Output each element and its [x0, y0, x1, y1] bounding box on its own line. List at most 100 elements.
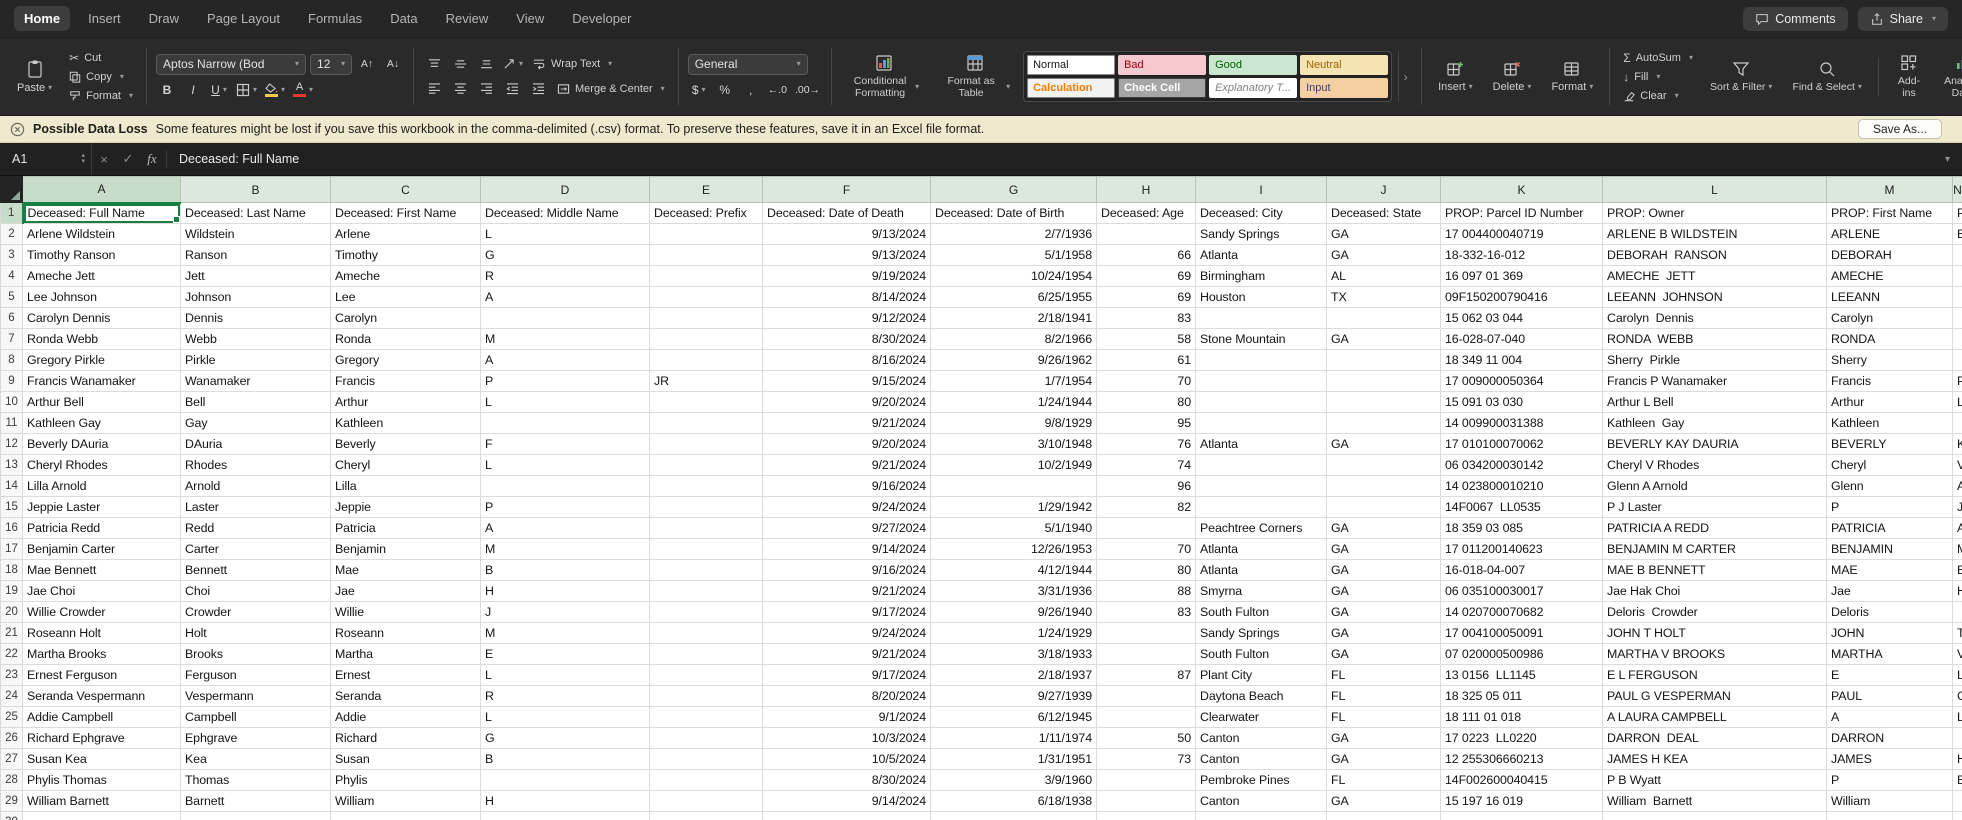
cell-J27[interactable]: GA	[1326, 748, 1441, 770]
cell-E2[interactable]	[649, 223, 763, 245]
cell-B6[interactable]: Dennis	[180, 307, 331, 329]
cell-M16[interactable]: PATRICIA	[1826, 517, 1953, 539]
cell-H16[interactable]	[1096, 517, 1196, 539]
cell-C15[interactable]: Jeppie	[330, 496, 481, 518]
cell-K8[interactable]: 18 349 11 004	[1440, 349, 1603, 371]
cell-L24[interactable]: PAUL G VESPERMAN	[1602, 685, 1827, 707]
cell-A6[interactable]: Carolyn Dennis	[22, 307, 181, 329]
column-header-F[interactable]: F	[762, 176, 931, 203]
cell-L16[interactable]: PATRICIA A REDD	[1602, 517, 1827, 539]
cell-A4[interactable]: Ameche Jett	[22, 265, 181, 287]
accounting-format-button[interactable]: $ ▾	[688, 80, 710, 100]
cell-B12[interactable]: DAuria	[180, 433, 331, 455]
copy-button[interactable]: Copy ▾	[65, 68, 137, 85]
cell-C12[interactable]: Beverly	[330, 433, 481, 455]
cell-D14[interactable]	[480, 475, 650, 497]
row-header-2[interactable]: 2	[0, 223, 23, 245]
borders-button[interactable]: ▾	[234, 80, 259, 100]
cell-F3[interactable]: 9/13/2024	[762, 244, 931, 266]
cell-D10[interactable]: L	[480, 391, 650, 413]
cell-K30[interactable]	[1440, 811, 1603, 820]
cell-C19[interactable]: Jae	[330, 580, 481, 602]
cell-B15[interactable]: Laster	[180, 496, 331, 518]
cell-G14[interactable]	[930, 475, 1097, 497]
row-header-9[interactable]: 9	[0, 370, 23, 392]
cell-L29[interactable]: William Barnett	[1602, 790, 1827, 812]
cell-I13[interactable]	[1195, 454, 1327, 476]
cell-B14[interactable]: Arnold	[180, 475, 331, 497]
sort-filter-button[interactable]: Sort & Filter ▾	[1703, 58, 1779, 95]
add-ins-button[interactable]: Add-ins	[1891, 52, 1927, 101]
cell-F13[interactable]: 9/21/2024	[762, 454, 931, 476]
cell-N19[interactable]: H	[1952, 580, 1962, 602]
cell-K9[interactable]: 17 009000050364	[1440, 370, 1603, 392]
cell-H5[interactable]: 69	[1096, 286, 1196, 308]
cell-H4[interactable]: 69	[1096, 265, 1196, 287]
cell-C11[interactable]: Kathleen	[330, 412, 481, 434]
row-header-10[interactable]: 10	[0, 391, 23, 413]
cell-E4[interactable]	[649, 265, 763, 287]
cell-F24[interactable]: 8/20/2024	[762, 685, 931, 707]
decrease-decimal-button[interactable]: .00→	[793, 80, 822, 100]
cell-L17[interactable]: BENJAMIN M CARTER	[1602, 538, 1827, 560]
cell-L28[interactable]: P B Wyatt	[1602, 769, 1827, 791]
cell-N7[interactable]	[1952, 328, 1962, 350]
name-box-stepper[interactable]: ▴ ▾	[81, 152, 85, 165]
column-header-I[interactable]: I	[1195, 176, 1327, 203]
cell-J26[interactable]: GA	[1326, 727, 1441, 749]
cell-J2[interactable]: GA	[1326, 223, 1441, 245]
cell-C21[interactable]: Roseann	[330, 622, 481, 644]
cell-I29[interactable]: Canton	[1195, 790, 1327, 812]
cell-M30[interactable]	[1826, 811, 1953, 820]
cell-A28[interactable]: Phylis Thomas	[22, 769, 181, 791]
cell-B3[interactable]: Ranson	[180, 244, 331, 266]
cell-L8[interactable]: Sherry Pirkle	[1602, 349, 1827, 371]
cell-J16[interactable]: GA	[1326, 517, 1441, 539]
cell-I17[interactable]: Atlanta	[1195, 538, 1327, 560]
cell-N16[interactable]: A	[1952, 517, 1962, 539]
cell-I19[interactable]: Smyrna	[1195, 580, 1327, 602]
cell-N29[interactable]	[1952, 790, 1962, 812]
cell-C3[interactable]: Timothy	[330, 244, 481, 266]
cell-B26[interactable]: Ephgrave	[180, 727, 331, 749]
cell-N8[interactable]	[1952, 349, 1962, 371]
cell-F23[interactable]: 9/17/2024	[762, 664, 931, 686]
cell-L6[interactable]: Carolyn Dennis	[1602, 307, 1827, 329]
row-header-13[interactable]: 13	[0, 454, 23, 476]
cell-I4[interactable]: Birmingham	[1195, 265, 1327, 287]
cell-N4[interactable]	[1952, 265, 1962, 287]
cell-style-neutral[interactable]: Neutral	[1300, 55, 1389, 75]
cell-K7[interactable]: 16-028-07-040	[1440, 328, 1603, 350]
cell-L20[interactable]: Deloris Crowder	[1602, 601, 1827, 623]
autosum-button[interactable]: Σ AutoSum ▾	[1619, 49, 1697, 66]
ribbon-tab-page-layout[interactable]: Page Layout	[197, 6, 290, 31]
cell-N5[interactable]	[1952, 286, 1962, 308]
cell-H1[interactable]: Deceased: Age	[1096, 202, 1196, 224]
cell-J11[interactable]	[1326, 412, 1441, 434]
cell-A8[interactable]: Gregory Pirkle	[22, 349, 181, 371]
cell-E16[interactable]	[649, 517, 763, 539]
cell-E5[interactable]	[649, 286, 763, 308]
cell-I15[interactable]	[1195, 496, 1327, 518]
cell-D28[interactable]	[480, 769, 650, 791]
cell-H23[interactable]: 87	[1096, 664, 1196, 686]
cell-N23[interactable]: L	[1952, 664, 1962, 686]
cell-L22[interactable]: MARTHA V BROOKS	[1602, 643, 1827, 665]
cell-C7[interactable]: Ronda	[330, 328, 481, 350]
cell-G19[interactable]: 3/31/1936	[930, 580, 1097, 602]
underline-button[interactable]: U ▾	[208, 80, 230, 100]
cell-H22[interactable]	[1096, 643, 1196, 665]
cell-M1[interactable]: PROP: First Name	[1826, 202, 1953, 224]
cell-I18[interactable]: Atlanta	[1195, 559, 1327, 581]
cell-M26[interactable]: DARRON	[1826, 727, 1953, 749]
orientation-button[interactable]: ▾	[501, 54, 525, 74]
cell-K19[interactable]: 06 035100030017	[1440, 580, 1603, 602]
cell-N10[interactable]: L	[1952, 391, 1962, 413]
cell-L19[interactable]: Jae Hak Choi	[1602, 580, 1827, 602]
cell-M2[interactable]: ARLENE	[1826, 223, 1953, 245]
cell-K13[interactable]: 06 034200030142	[1440, 454, 1603, 476]
cell-G11[interactable]: 9/8/1929	[930, 412, 1097, 434]
cell-H3[interactable]: 66	[1096, 244, 1196, 266]
row-header-23[interactable]: 23	[0, 664, 23, 686]
cell-H9[interactable]: 70	[1096, 370, 1196, 392]
